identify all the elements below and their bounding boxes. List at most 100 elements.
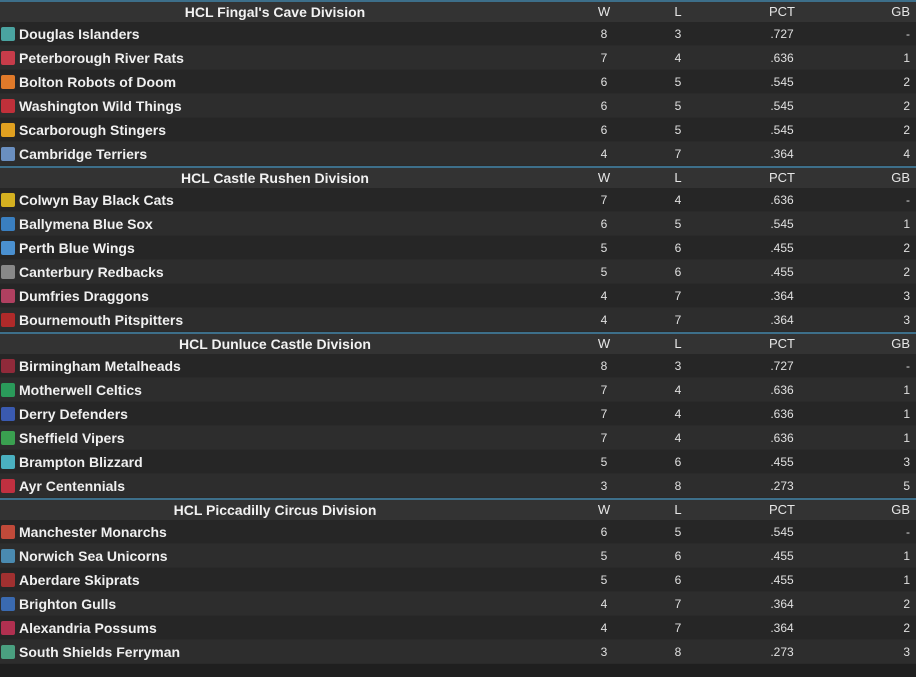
table-row[interactable]: Washington Wild Things 6 5 .545 2 xyxy=(0,94,916,118)
division-header[interactable]: HCL Piccadilly Circus Division W L PCT G… xyxy=(0,498,916,520)
team-name[interactable]: Ballymena Blue Sox xyxy=(19,216,153,232)
team-cell[interactable]: Cambridge Terriers xyxy=(0,146,550,162)
team-name[interactable]: Derry Defenders xyxy=(19,406,128,422)
column-header-l[interactable]: L xyxy=(658,334,698,354)
team-cell[interactable]: Aberdare Skiprats xyxy=(0,572,550,588)
column-header-pct[interactable]: PCT xyxy=(752,168,812,188)
division-header[interactable]: HCL Dunluce Castle Division W L PCT GB xyxy=(0,332,916,354)
losses-value: 4 xyxy=(674,406,682,421)
table-row[interactable]: Aberdare Skiprats 5 6 .455 1 xyxy=(0,568,916,592)
team-name[interactable]: Norwich Sea Unicorns xyxy=(19,548,168,564)
column-header-l[interactable]: L xyxy=(658,500,698,520)
team-name[interactable]: Scarborough Stingers xyxy=(19,122,166,138)
column-header-gb[interactable]: GB xyxy=(880,334,910,354)
table-row[interactable]: Brighton Gulls 4 7 .364 2 xyxy=(0,592,916,616)
column-header-l[interactable]: L xyxy=(658,2,698,22)
table-row[interactable]: Birmingham Metalheads 8 3 .727 - xyxy=(0,354,916,378)
team-cell[interactable]: South Shields Ferryman xyxy=(0,644,550,660)
team-cell[interactable]: Scarborough Stingers xyxy=(0,122,550,138)
column-header-pct[interactable]: PCT xyxy=(752,334,812,354)
table-row[interactable]: Ayr Centennials 3 8 .273 5 xyxy=(0,474,916,498)
division-header[interactable]: HCL Fingal's Cave Division W L PCT GB xyxy=(0,0,916,22)
team-name[interactable]: Alexandria Possums xyxy=(19,620,157,636)
team-cell[interactable]: Sheffield Vipers xyxy=(0,430,550,446)
team-name[interactable]: Ayr Centennials xyxy=(19,478,125,494)
column-header-w[interactable]: W xyxy=(584,168,624,188)
team-cell[interactable]: Brighton Gulls xyxy=(0,596,550,612)
team-cell[interactable]: Brampton Blizzard xyxy=(0,454,550,470)
team-cell[interactable]: Perth Blue Wings xyxy=(0,240,550,256)
team-cell[interactable]: Ayr Centennials xyxy=(0,478,550,494)
gb-value: 1 xyxy=(903,50,910,65)
table-row[interactable]: Colwyn Bay Black Cats 7 4 .636 - xyxy=(0,188,916,212)
table-row[interactable]: Derry Defenders 7 4 .636 1 xyxy=(0,402,916,426)
team-name[interactable]: Peterborough River Rats xyxy=(19,50,184,66)
team-cell[interactable]: Bournemouth Pitspitters xyxy=(0,312,550,328)
column-header-w[interactable]: W xyxy=(584,334,624,354)
team-cell[interactable]: Colwyn Bay Black Cats xyxy=(0,192,550,208)
table-row[interactable]: Alexandria Possums 4 7 .364 2 xyxy=(0,616,916,640)
table-row[interactable]: South Shields Ferryman 3 8 .273 3 xyxy=(0,640,916,664)
team-name[interactable]: Dumfries Draggons xyxy=(19,288,149,304)
column-header-w[interactable]: W xyxy=(584,500,624,520)
table-row[interactable]: Manchester Monarchs 6 5 .545 - xyxy=(0,520,916,544)
team-name[interactable]: Manchester Monarchs xyxy=(19,524,167,540)
team-cell[interactable]: Motherwell Celtics xyxy=(0,382,550,398)
column-header-gb[interactable]: GB xyxy=(880,2,910,22)
table-row[interactable]: Cambridge Terriers 4 7 .364 4 xyxy=(0,142,916,166)
team-name[interactable]: Bolton Robots of Doom xyxy=(19,74,176,90)
column-header-gb[interactable]: GB xyxy=(880,500,910,520)
table-row[interactable]: Perth Blue Wings 5 6 .455 2 xyxy=(0,236,916,260)
team-logo-icon xyxy=(1,382,15,397)
losses-value: 4 xyxy=(674,50,682,65)
team-cell[interactable]: Dumfries Draggons xyxy=(0,288,550,304)
division-rows: Birmingham Metalheads 8 3 .727 - Motherw… xyxy=(0,354,916,498)
table-row[interactable]: Brampton Blizzard 5 6 .455 3 xyxy=(0,450,916,474)
team-cell[interactable]: Birmingham Metalheads xyxy=(0,358,550,374)
team-cell[interactable]: Peterborough River Rats xyxy=(0,50,550,66)
team-cell[interactable]: Ballymena Blue Sox xyxy=(0,216,550,232)
team-cell[interactable]: Washington Wild Things xyxy=(0,98,550,114)
team-cell[interactable]: Alexandria Possums xyxy=(0,620,550,636)
column-header-l[interactable]: L xyxy=(658,168,698,188)
table-row[interactable]: Norwich Sea Unicorns 5 6 .455 1 xyxy=(0,544,916,568)
table-row[interactable]: Douglas Islanders 8 3 .727 - xyxy=(0,22,916,46)
column-header-gb[interactable]: GB xyxy=(880,168,910,188)
team-name[interactable]: South Shields Ferryman xyxy=(19,644,180,660)
team-name[interactable]: Bournemouth Pitspitters xyxy=(19,312,183,328)
table-row[interactable]: Dumfries Draggons 4 7 .364 3 xyxy=(0,284,916,308)
team-name[interactable]: Aberdare Skiprats xyxy=(19,572,140,588)
team-name[interactable]: Birmingham Metalheads xyxy=(19,358,181,374)
table-row[interactable]: Sheffield Vipers 7 4 .636 1 xyxy=(0,426,916,450)
team-cell[interactable]: Derry Defenders xyxy=(0,406,550,422)
table-row[interactable]: Canterbury Redbacks 5 6 .455 2 xyxy=(0,260,916,284)
losses-value: 6 xyxy=(674,572,682,587)
team-name[interactable]: Colwyn Bay Black Cats xyxy=(19,192,174,208)
team-cell[interactable]: Canterbury Redbacks xyxy=(0,264,550,280)
column-header-pct[interactable]: PCT xyxy=(752,500,812,520)
table-row[interactable]: Scarborough Stingers 6 5 .545 2 xyxy=(0,118,916,142)
division-header[interactable]: HCL Castle Rushen Division W L PCT GB xyxy=(0,166,916,188)
team-cell[interactable]: Norwich Sea Unicorns xyxy=(0,548,550,564)
team-name[interactable]: Canterbury Redbacks xyxy=(19,264,164,280)
team-name[interactable]: Brighton Gulls xyxy=(19,596,116,612)
team-name[interactable]: Douglas Islanders xyxy=(19,26,140,42)
table-row[interactable]: Bolton Robots of Doom 6 5 .545 2 xyxy=(0,70,916,94)
team-cell[interactable]: Manchester Monarchs xyxy=(0,524,550,540)
pct-value: .273 xyxy=(770,644,794,659)
column-header-w[interactable]: W xyxy=(584,2,624,22)
team-name[interactable]: Sheffield Vipers xyxy=(19,430,125,446)
team-cell[interactable]: Bolton Robots of Doom xyxy=(0,74,550,90)
table-row[interactable]: Ballymena Blue Sox 6 5 .545 1 xyxy=(0,212,916,236)
team-cell[interactable]: Douglas Islanders xyxy=(0,26,550,42)
team-logo-icon xyxy=(1,406,15,421)
team-name[interactable]: Brampton Blizzard xyxy=(19,454,143,470)
team-name[interactable]: Motherwell Celtics xyxy=(19,382,142,398)
column-header-pct[interactable]: PCT xyxy=(752,2,812,22)
team-name[interactable]: Cambridge Terriers xyxy=(19,146,147,162)
table-row[interactable]: Motherwell Celtics 7 4 .636 1 xyxy=(0,378,916,402)
table-row[interactable]: Bournemouth Pitspitters 4 7 .364 3 xyxy=(0,308,916,332)
team-name[interactable]: Perth Blue Wings xyxy=(19,240,135,256)
table-row[interactable]: Peterborough River Rats 7 4 .636 1 xyxy=(0,46,916,70)
team-name[interactable]: Washington Wild Things xyxy=(19,98,182,114)
